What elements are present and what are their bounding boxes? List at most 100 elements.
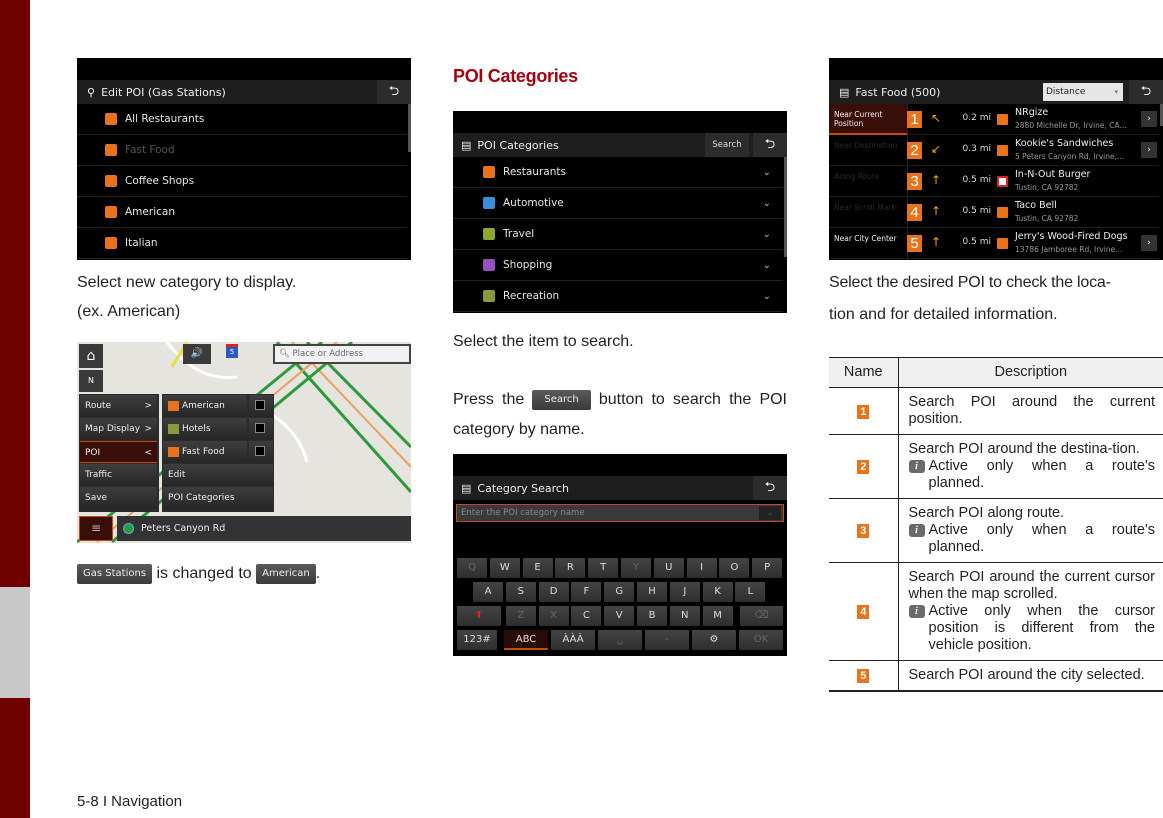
search-options-table: Name Description 1 Search POI around the …	[829, 357, 1163, 692]
category-list-item[interactable]: Fast Food	[77, 135, 407, 166]
keyboard-key[interactable]: U	[653, 558, 684, 578]
keyboard-key[interactable]: Y	[621, 558, 651, 578]
poi-submenu-item[interactable]: POI Categories	[163, 487, 273, 509]
keyboard-key[interactable]: H	[637, 582, 667, 602]
keyboard-key[interactable]: G	[604, 582, 635, 602]
search-location-option[interactable]: Along Route	[829, 166, 907, 197]
scrollbar[interactable]	[408, 104, 411, 152]
search-location-option[interactable]: Near City Center	[829, 228, 907, 259]
keyboard-key[interactable]: R	[555, 558, 586, 578]
callout-number-badge: 3	[857, 524, 870, 538]
search-location-option[interactable]: Near Current Position	[829, 104, 907, 135]
keyboard-key[interactable]: M	[702, 606, 733, 626]
keyboard-key[interactable]: A	[473, 582, 503, 602]
search-location-option[interactable]: Near Scroll Mark	[829, 197, 907, 228]
keyboard-key[interactable]: W	[489, 558, 520, 578]
category-list-item[interactable]: All Restaurants	[77, 104, 407, 135]
category-list-item[interactable]: Automotive ⌄	[453, 188, 783, 219]
poi-submenu-item[interactable]: Edit	[163, 464, 273, 486]
checkbox-cell	[249, 441, 273, 463]
description-text: Search POI around the city selected.	[908, 667, 1145, 683]
keyboard-key[interactable]: O	[719, 558, 750, 578]
sort-dropdown[interactable]: Distance ▾	[1043, 83, 1123, 101]
keyboard-key[interactable]: B	[637, 606, 667, 626]
category-list-item[interactable]: Shopping ⌄	[453, 250, 783, 281]
menu-toggle-button[interactable]: ≡	[79, 516, 113, 541]
keyboard-key[interactable]: K	[702, 582, 733, 602]
poi-visibility-checkbox[interactable]	[255, 446, 265, 456]
category-list-item[interactable]: Travel ⌄	[453, 219, 783, 250]
category-list-item[interactable]: American	[77, 197, 407, 228]
screen-title: Edit POI (Gas Stations)	[101, 85, 226, 99]
keyboard-key[interactable]: Z	[505, 606, 536, 626]
category-list-item[interactable]: Recreation ⌄	[453, 281, 783, 312]
chevron-right-icon[interactable]: ›	[1141, 111, 1157, 127]
keyboard-key[interactable]: I	[686, 558, 717, 578]
poi-visibility-checkbox[interactable]	[255, 400, 265, 410]
numbers-key[interactable]: 123#	[457, 630, 497, 650]
space-key[interactable]: ␣	[598, 630, 642, 650]
dropdown-button[interactable]: ⌄	[759, 506, 781, 520]
poi-result-row[interactable]: 1 ↖ 0.2 mi NRgize 2880 Michelle Dr, Irvine, …	[907, 104, 1159, 135]
home-button[interactable]: ⌂	[79, 344, 103, 368]
back-button[interactable]: ⮌	[1129, 80, 1163, 104]
category-label: Travel	[503, 228, 535, 240]
chevron-right-icon[interactable]: ›	[1141, 142, 1157, 158]
keyboard-key[interactable]: S	[505, 582, 536, 602]
keyboard-key[interactable]: T	[588, 558, 619, 578]
poi-address: 2880 Michelle Dr, Irvine, CA...	[1015, 121, 1127, 130]
poi-brand-icon	[997, 176, 1008, 187]
back-button[interactable]: ⮌	[753, 133, 787, 157]
backspace-key[interactable]: ⌫	[740, 606, 783, 626]
category-list-item[interactable]: Italian	[77, 228, 407, 259]
poi-result-row[interactable]: 2 ↙ 0.3 mi Kookie's Sandwiches 5 Peters Cany…	[907, 135, 1159, 166]
scrollbar[interactable]	[784, 157, 787, 257]
keyboard-key[interactable]: P	[752, 558, 783, 578]
shift-key[interactable]: ⬆	[457, 606, 501, 626]
keyboard-key[interactable]: Q	[457, 558, 487, 578]
poi-search-icon: ▤	[461, 481, 472, 495]
map-menu-item[interactable]: Save	[80, 487, 157, 509]
category-name-input[interactable]: Enter the POI category name ⌄	[456, 504, 784, 522]
menu-label: Traffic	[85, 470, 113, 480]
keyboard-key[interactable]: C	[571, 606, 602, 626]
keyboard-key[interactable]: E	[522, 558, 553, 578]
poi-visibility-checkbox[interactable]	[255, 423, 265, 433]
map-menu-item[interactable]: Route >	[80, 395, 157, 417]
hyphen-key[interactable]: -	[645, 630, 689, 650]
keyboard-key[interactable]: N	[669, 606, 700, 626]
accent-key[interactable]: ÀÀÀ	[551, 630, 595, 650]
keyboard-key[interactable]: X	[538, 606, 569, 626]
map-menu-item[interactable]: Traffic	[80, 464, 157, 486]
keyboard-key[interactable]: F	[571, 582, 602, 602]
settings-key[interactable]: ⚙	[692, 630, 736, 650]
poi-submenu-item[interactable]: American	[163, 395, 247, 417]
callout-number-badge: 2	[907, 142, 922, 159]
keyboard-key[interactable]: L	[735, 582, 766, 602]
caption-select-item: Select the item to search.	[453, 333, 634, 350]
chevron-right-icon[interactable]: ›	[1141, 235, 1157, 251]
poi-submenu-item[interactable]: Fast Food	[163, 441, 247, 463]
category-list-item[interactable]: Restaurants ⌄	[453, 157, 783, 188]
poi-submenu-item[interactable]: Hotels	[163, 418, 247, 440]
poi-result-row[interactable]: 5 ↑ 0.5 mi Jerry's Wood-Fired Dogs 13786 Jam…	[907, 228, 1159, 259]
category-list-item[interactable]: Coffee Shops	[77, 166, 407, 197]
map-menu-item[interactable]: Map Display >	[80, 418, 157, 440]
keyboard-key[interactable]: D	[538, 582, 569, 602]
ok-key[interactable]: OK	[739, 630, 783, 650]
poi-result-row[interactable]: 4 ↑ 0.5 mi Taco Bell Tustin, CA 92782	[907, 197, 1159, 228]
poi-result-row[interactable]: 3 ↑ 0.5 mi In-N-Out Burger Tustin, CA 92782	[907, 166, 1159, 197]
search-location-option[interactable]: Near Destination	[829, 135, 907, 166]
abc-key[interactable]: ABC	[504, 630, 548, 650]
back-button[interactable]: ⮌	[753, 476, 787, 500]
search-button[interactable]: Search	[705, 133, 749, 157]
back-button[interactable]: ⮌	[377, 80, 411, 104]
poi-categories-screen: ▤ POI Categories Search ⮌ Restaurants ⌄ Au…	[453, 111, 787, 313]
map-search-input[interactable]: 🔍︎ Place or Address	[273, 344, 411, 364]
map-menu-item[interactable]: POI <	[80, 441, 157, 463]
keyboard-key[interactable]: J	[669, 582, 700, 602]
compass-button[interactable]: N	[79, 370, 103, 392]
audio-button[interactable]: 🔊	[183, 344, 211, 364]
keyboard-key[interactable]: V	[604, 606, 635, 626]
caption-example: (ex. American)	[77, 303, 181, 320]
